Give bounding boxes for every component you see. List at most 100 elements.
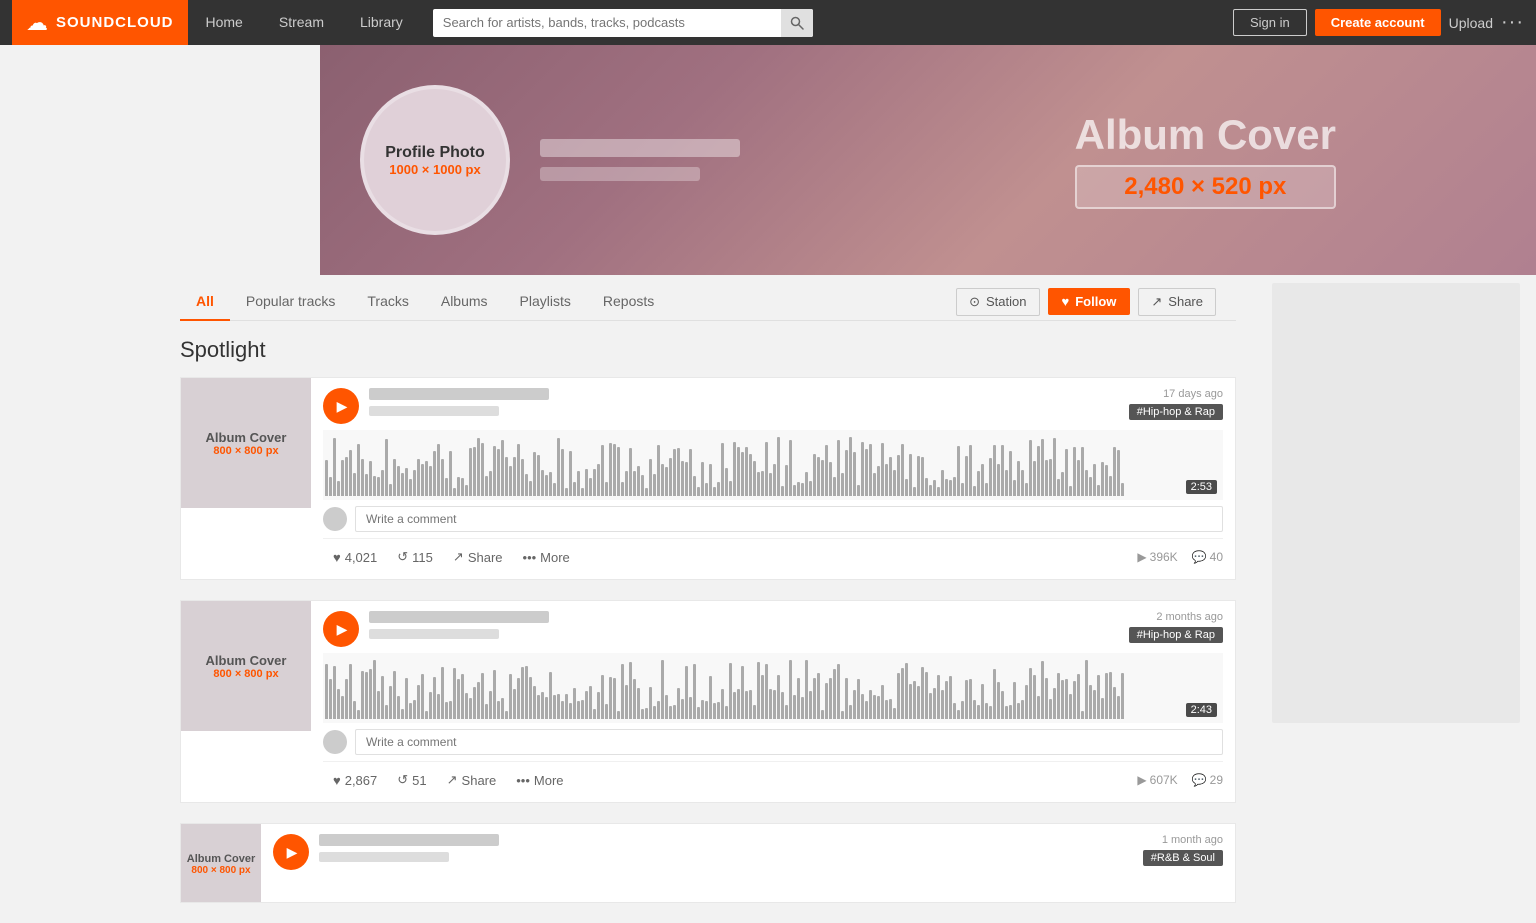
- sidebar-ad-box: [1272, 283, 1520, 723]
- track-actions: ♥ 4,021 ↺ 115 ↗ Share ••• More: [323, 538, 1223, 569]
- share-icon: ↗: [447, 772, 458, 788]
- track-card: Album Cover 800 × 800 px ▶ 1 month ago #…: [180, 823, 1236, 903]
- follow-icon: ♥: [1062, 294, 1070, 309]
- track-card: Album Cover 800 × 800 px ▶ 2 months ago …: [180, 600, 1236, 803]
- share-icon: ↗: [1151, 294, 1162, 310]
- share-track-button[interactable]: ↗ Share: [437, 768, 507, 792]
- comment-count: 💬 29: [1192, 773, 1223, 787]
- profile-photo-title: Profile Photo: [385, 144, 485, 162]
- more-button[interactable]: ••• More: [506, 769, 573, 792]
- track-details: ▶ 17 days ago #Hip-hop & Rap 2:53: [311, 378, 1235, 579]
- heart-icon: ♥: [333, 773, 341, 788]
- upload-link[interactable]: Upload: [1449, 15, 1493, 31]
- repost-icon: ↺: [397, 549, 408, 565]
- create-account-button[interactable]: Create account: [1315, 9, 1441, 36]
- tab-popular-tracks[interactable]: Popular tracks: [230, 283, 351, 321]
- track-header: ▶ 1 month ago #R&B & Soul: [273, 834, 1223, 870]
- station-button[interactable]: ⊙ Station: [956, 288, 1039, 316]
- profile-name-placeholder: [540, 139, 740, 157]
- comment-icon: 💬: [1192, 550, 1207, 564]
- tab-reposts[interactable]: Reposts: [587, 283, 670, 321]
- left-rail: [0, 45, 160, 275]
- repost-button[interactable]: ↺ 115: [387, 545, 443, 569]
- comment-input[interactable]: [355, 506, 1223, 532]
- station-icon: ⊙: [969, 294, 980, 310]
- track-timestamp: 2 months ago: [1156, 611, 1223, 623]
- track-timestamp: 17 days ago: [1163, 388, 1223, 400]
- track-header: ▶ 2 months ago #Hip-hop & Rap: [323, 611, 1223, 647]
- track-timestamp: 1 month ago: [1162, 834, 1223, 846]
- track-duration: 2:53: [1186, 480, 1217, 494]
- nav-home[interactable]: Home: [188, 0, 261, 45]
- nav-stream[interactable]: Stream: [261, 0, 342, 45]
- like-button[interactable]: ♥ 4,021: [323, 546, 387, 569]
- tab-tracks[interactable]: Tracks: [351, 283, 424, 321]
- main-content: All Popular tracks Tracks Albums Playlis…: [160, 275, 1256, 923]
- track-thumbnail: Album Cover 800 × 800 px: [181, 378, 311, 508]
- track-thumbnail: Album Cover 800 × 800 px: [181, 601, 311, 731]
- tab-albums[interactable]: Albums: [425, 283, 504, 321]
- hero-banner: Profile Photo 1000 × 1000 px Album Cover…: [320, 45, 1536, 275]
- search-button[interactable]: [781, 9, 813, 37]
- soundcloud-logo-icon: ☁: [26, 10, 48, 36]
- track-details: ▶ 2 months ago #Hip-hop & Rap 2:43: [311, 601, 1235, 802]
- track-meta: [319, 834, 1133, 862]
- play-icon: ▶: [337, 398, 348, 415]
- track-actions: ♥ 2,867 ↺ 51 ↗ Share ••• More: [323, 761, 1223, 792]
- nav-actions: Sign in Create account Upload ···: [1233, 9, 1524, 36]
- play-button[interactable]: ▶: [323, 611, 359, 647]
- logo-text: SOUNDCLOUD: [56, 14, 174, 31]
- album-cover-title: Album Cover: [1075, 111, 1336, 159]
- play-icon: ▶: [287, 844, 298, 861]
- play-icon: ▶: [337, 621, 348, 638]
- follow-button[interactable]: ♥ Follow: [1048, 288, 1131, 315]
- play-count: ▶ 607K: [1137, 773, 1177, 787]
- search-icon: [790, 16, 804, 30]
- track-meta: [369, 611, 1119, 639]
- nav-library[interactable]: Library: [342, 0, 421, 45]
- track-title-placeholder: [319, 834, 499, 846]
- track-artist-placeholder: [319, 852, 449, 862]
- repost-button[interactable]: ↺ 51: [387, 768, 436, 792]
- comment-row: [323, 729, 1223, 755]
- commenter-avatar: [323, 730, 347, 754]
- like-button[interactable]: ♥ 2,867: [323, 769, 387, 792]
- search-bar: [433, 9, 813, 37]
- play-button[interactable]: ▶: [273, 834, 309, 870]
- commenter-avatar: [323, 507, 347, 531]
- track-duration: 2:43: [1186, 703, 1217, 717]
- share-track-button[interactable]: ↗ Share: [443, 545, 513, 569]
- profile-actions: ⊙ Station ♥ Follow ↗ Share: [956, 288, 1216, 316]
- waveform[interactable]: 2:43: [323, 653, 1223, 723]
- share-button[interactable]: ↗ Share: [1138, 288, 1216, 316]
- more-options-button[interactable]: ···: [1501, 11, 1524, 34]
- track-meta: [369, 388, 1119, 416]
- comment-input[interactable]: [355, 729, 1223, 755]
- track-artist-placeholder: [369, 629, 499, 639]
- track-header: ▶ 17 days ago #Hip-hop & Rap: [323, 388, 1223, 424]
- heart-icon: ♥: [333, 550, 341, 565]
- track-stats: ▶ 607K 💬 29: [1137, 773, 1223, 787]
- signin-button[interactable]: Sign in: [1233, 9, 1307, 36]
- logo[interactable]: ☁ SOUNDCLOUD: [12, 0, 188, 45]
- track-title-placeholder: [369, 388, 549, 400]
- track-genre-tag: #Hip-hop & Rap: [1129, 404, 1223, 420]
- album-cover-dimensions: 2,480 × 520 px: [1124, 173, 1286, 200]
- tab-all[interactable]: All: [180, 283, 230, 321]
- navbar: ☁ SOUNDCLOUD Home Stream Library Sign in…: [0, 0, 1536, 45]
- waveform[interactable]: 2:53: [323, 430, 1223, 500]
- profile-info: [540, 139, 740, 181]
- comment-icon: 💬: [1192, 773, 1207, 787]
- nav-links: Home Stream Library: [188, 0, 421, 45]
- track-details: ▶ 1 month ago #R&B & Soul: [261, 824, 1235, 902]
- tab-playlists[interactable]: Playlists: [504, 283, 587, 321]
- repost-icon: ↺: [397, 772, 408, 788]
- search-input[interactable]: [433, 9, 781, 37]
- share-icon: ↗: [453, 549, 464, 565]
- album-cover-dimensions-box: 2,480 × 520 px: [1075, 165, 1336, 209]
- profile-photo: Profile Photo 1000 × 1000 px: [360, 85, 510, 235]
- play-button[interactable]: ▶: [323, 388, 359, 424]
- left-rail-spacer: [0, 275, 160, 923]
- more-button[interactable]: ••• More: [513, 546, 580, 569]
- profile-sub-placeholder: [540, 167, 700, 181]
